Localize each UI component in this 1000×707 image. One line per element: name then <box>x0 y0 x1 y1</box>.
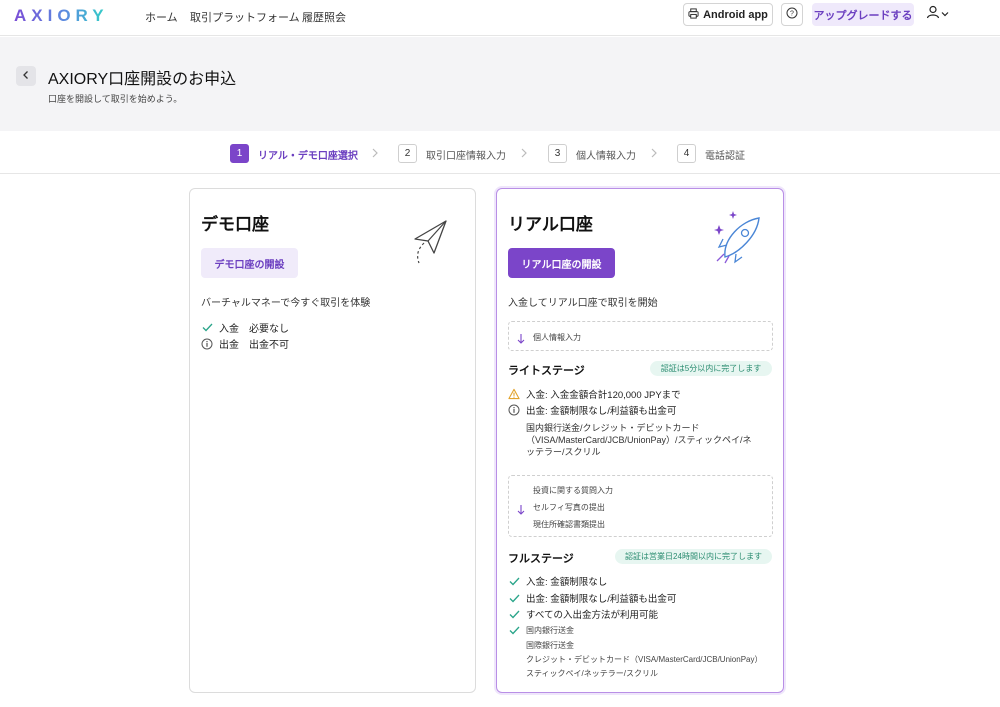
lite-deposit-text: 入金: 入金金額合計120,000 JPYまで <box>526 390 681 401</box>
demo-feature-withdraw-text: 出金 出金不可 <box>219 340 289 351</box>
real-account-card[interactable]: リアル口座 リアル口座の開設 入金してリアル口座で取引を開始 個人情報入力 ライ… <box>496 188 784 693</box>
top-navbar: AXIORY ホーム 取引プラットフォーム 履歴照会 Android app ?… <box>0 0 1000 36</box>
full-method-domestic: 国内銀行送金 <box>508 624 574 636</box>
demo-card-title: デモ口座 <box>201 215 269 234</box>
chevron-right-icon <box>650 146 660 160</box>
step-2-number: 2 <box>398 144 417 163</box>
user-icon <box>926 5 940 24</box>
step-box-personal-info: 個人情報入力 <box>508 321 773 351</box>
full-method-international: 国際銀行送金 <box>526 641 574 650</box>
question-circle-icon: ? <box>786 6 798 24</box>
full-deposit: 入金: 金額制限なし <box>508 574 607 588</box>
demo-feature-deposit: 入金 必要なし <box>201 320 289 335</box>
arrow-down-icon <box>517 502 525 520</box>
full-withdraw-text: 出金: 金額制限なし/利益額も出金可 <box>526 594 677 605</box>
stepper: 1 リアル・デモ口座選択 2 取引口座情報入力 3 個人情報入力 4 電話認証 <box>0 132 1000 174</box>
arrow-down-icon <box>517 331 525 349</box>
nav-link-home[interactable]: ホーム <box>145 9 178 25</box>
rocket-icon <box>711 209 765 270</box>
full-stage-badge: 認証は営業日24時間以内に完了します <box>615 549 772 564</box>
step-4-number: 4 <box>677 144 696 163</box>
full-method-cards: クレジット・デビットカード（VISA/MasterCard/JCB/UnionP… <box>526 655 763 664</box>
step-3-label: 個人情報入力 <box>576 151 636 162</box>
step-1-number: 1 <box>230 144 249 163</box>
step-3-number: 3 <box>548 144 567 163</box>
check-icon <box>508 575 520 587</box>
open-real-account-button[interactable]: リアル口座の開設 <box>508 248 615 278</box>
back-button[interactable] <box>16 66 36 86</box>
help-button[interactable]: ? <box>781 3 803 26</box>
printer-icon <box>688 7 699 22</box>
chevron-down-icon <box>941 5 949 23</box>
step-box-questionnaire: 投資に関する質問入力 <box>533 486 613 495</box>
lite-method-line-3: ッテラー/スクリル <box>526 447 601 457</box>
full-all-methods-text: すべての入出金方法が利用可能 <box>526 610 658 621</box>
lite-withdraw-text: 出金: 金額制限なし/利益額も出金可 <box>526 406 677 417</box>
paper-plane-icon <box>410 219 450 270</box>
demo-card-description: バーチャルマネーで今すぐ取引を体験 <box>201 298 371 309</box>
nav-link-platforms[interactable]: 取引プラットフォーム <box>190 9 300 25</box>
check-icon <box>201 322 213 334</box>
lite-withdraw: 出金: 金額制限なし/利益額も出金可 <box>508 403 676 417</box>
real-card-description: 入金してリアル口座で取引を開始 <box>508 298 658 309</box>
page-title: AXIORY口座開設のお申込 <box>48 71 237 88</box>
step-box-personal-info-text: 個人情報入力 <box>533 333 581 342</box>
info-circle-icon <box>508 404 520 416</box>
chevron-right-icon <box>520 146 530 160</box>
nav-link-history[interactable]: 履歴照会 <box>302 9 346 25</box>
full-method-ewallets: スティックペイ/ネッテラー/スクリル <box>526 669 658 678</box>
page-subtitle: 口座を開設して取引を始めよう。 <box>48 94 183 104</box>
open-demo-account-button[interactable]: デモ口座の開設 <box>201 248 298 278</box>
info-circle-icon <box>201 338 213 350</box>
lite-stage-title: ライトステージ <box>508 365 585 377</box>
step-box-address: 現住所確認書類提出 <box>533 520 605 529</box>
svg-text:?: ? <box>790 10 794 17</box>
user-menu[interactable] <box>926 5 952 24</box>
check-icon <box>508 624 520 636</box>
android-app-button[interactable]: Android app <box>683 3 773 26</box>
step-box-verification: 投資に関する質問入力 セルフィ写真の提出 現住所確認書類提出 <box>508 475 773 537</box>
chevron-right-icon <box>371 146 381 160</box>
full-all-methods: すべての入出金方法が利用可能 <box>508 607 658 621</box>
upgrade-button[interactable]: アップグレードする <box>812 3 914 26</box>
step-1-label: リアル・デモ口座選択 <box>258 151 358 162</box>
full-withdraw: 出金: 金額制限なし/利益額も出金可 <box>508 591 676 605</box>
demo-account-card[interactable]: デモ口座 デモ口座の開設 バーチャルマネーで今すぐ取引を体験 入金 必要なし 出… <box>189 188 476 693</box>
step-2-label: 取引口座情報入力 <box>426 151 506 162</box>
full-stage-title: フルステージ <box>508 553 574 565</box>
check-icon <box>508 592 520 604</box>
chevron-left-icon <box>22 67 30 85</box>
full-method-domestic-text: 国内銀行送金 <box>526 625 574 635</box>
android-app-label: Android app <box>703 8 768 21</box>
check-icon <box>508 608 520 620</box>
step-box-selfie: セルフィ写真の提出 <box>533 503 605 512</box>
demo-feature-withdraw: 出金 出金不可 <box>201 336 289 351</box>
demo-feature-deposit-text: 入金 必要なし <box>219 324 289 335</box>
full-deposit-text: 入金: 金額制限なし <box>526 577 608 588</box>
lite-deposit: 入金: 入金金額合計120,000 JPYまで <box>508 387 681 401</box>
step-4-label: 電話認証 <box>705 151 745 162</box>
logo[interactable]: AXIORY <box>14 6 109 26</box>
warning-triangle-icon <box>508 388 520 400</box>
lite-stage-badge: 認証は5分以内に完了します <box>650 361 772 376</box>
real-card-title: リアル口座 <box>508 215 593 234</box>
